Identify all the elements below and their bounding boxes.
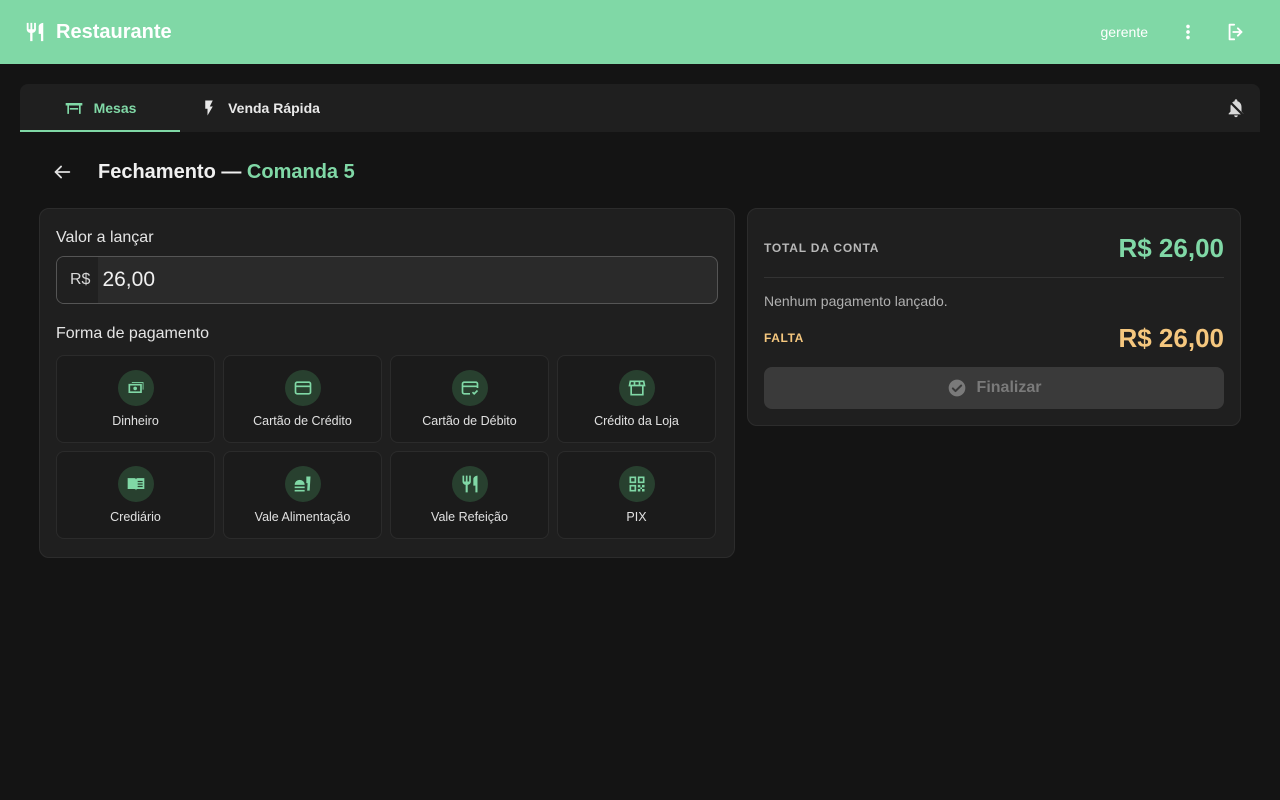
tab-mesas[interactable]: Mesas [20, 84, 180, 132]
finish-button-label: Finalizar [976, 379, 1042, 396]
restaurant-icon [24, 21, 46, 43]
fastfood-icon [284, 466, 321, 502]
amount-field[interactable]: R$ [56, 256, 718, 304]
back-arrow-icon[interactable] [40, 152, 84, 192]
payment-method-cartao-credito[interactable]: Cartão de Crédito [223, 355, 382, 443]
payment-method-label: PIX [626, 510, 647, 524]
payment-method-label: Cartão de Débito [422, 414, 517, 428]
brand: Restaurante [24, 21, 172, 44]
payment-method-label: Crédito da Loja [594, 414, 679, 428]
page-title-prefix: Fechamento — [98, 160, 247, 183]
payment-methods-grid: Dinheiro Cartão de Crédito Cartão de Déb… [56, 355, 718, 539]
page-header: Fechamento — Comanda 5 [40, 152, 355, 192]
divider [764, 277, 1224, 278]
qr-code-icon [618, 466, 655, 502]
store-icon [618, 370, 655, 406]
page-title: Fechamento — Comanda 5 [98, 161, 355, 184]
no-payments-message: Nenhum pagamento lançado. [764, 293, 948, 309]
notifications-off-icon[interactable] [1212, 84, 1260, 132]
remaining-row: FALTA R$ 26,00 [764, 323, 1224, 353]
app-title: Restaurante [56, 20, 172, 43]
tab-mesas-label: Mesas [93, 100, 137, 116]
payment-method-vale-refeicao[interactable]: Vale Refeição [390, 451, 549, 539]
bolt-icon [200, 98, 218, 118]
credit-card-icon [284, 370, 321, 406]
tab-venda-rapida-label: Venda Rápida [228, 100, 320, 116]
tab-venda-rapida[interactable]: Venda Rápida [180, 84, 340, 132]
amount-input[interactable] [98, 257, 717, 303]
payment-method-label: Vale Refeição [431, 510, 508, 524]
total-row: TOTAL DA CONTA R$ 26,00 [764, 233, 1224, 263]
bill-summary-card: TOTAL DA CONTA R$ 26,00 Nenhum pagamento… [747, 208, 1241, 426]
finish-button[interactable]: Finalizar [764, 367, 1224, 409]
payment-method-label: Forma de pagamento [56, 325, 209, 342]
username: gerente [1100, 24, 1148, 40]
payment-method-label: Crediário [110, 510, 161, 524]
payment-method-pix[interactable]: PIX [557, 451, 716, 539]
payment-method-label: Vale Alimentação [254, 510, 351, 524]
table-icon [64, 98, 84, 118]
payment-method-vale-alimentacao[interactable]: Vale Alimentação [223, 451, 382, 539]
remaining-value: R$ 26,00 [1118, 322, 1224, 353]
restaurant-icon [451, 466, 488, 502]
payment-method-credito-loja[interactable]: Crédito da Loja [557, 355, 716, 443]
app-bar: Restaurante gerente [0, 0, 1280, 64]
book-icon [117, 466, 154, 502]
check-circle-icon [947, 378, 967, 398]
currency-prefix: R$ [57, 257, 99, 303]
debit-card-icon [451, 370, 488, 406]
page-title-accent: Comanda 5 [246, 160, 355, 183]
total-label: TOTAL DA CONTA [764, 241, 880, 255]
logout-icon[interactable] [1216, 12, 1256, 52]
total-value: R$ 26,00 [1118, 232, 1224, 263]
remaining-label: FALTA [764, 331, 804, 345]
payment-method-dinheiro[interactable]: Dinheiro [56, 355, 215, 443]
more-vert-icon[interactable] [1168, 12, 1208, 52]
cash-icon [117, 370, 154, 406]
payment-method-crediario[interactable]: Crediário [56, 451, 215, 539]
amount-label: Valor a lançar [56, 229, 154, 246]
payment-method-label: Dinheiro [112, 414, 159, 428]
payment-method-cartao-debito[interactable]: Cartão de Débito [390, 355, 549, 443]
payment-method-label: Cartão de Crédito [253, 414, 352, 428]
main-tabs: Mesas Venda Rápida [20, 84, 1260, 132]
payment-entry-card: Valor a lançar R$ Forma de pagamento Din… [39, 208, 735, 558]
